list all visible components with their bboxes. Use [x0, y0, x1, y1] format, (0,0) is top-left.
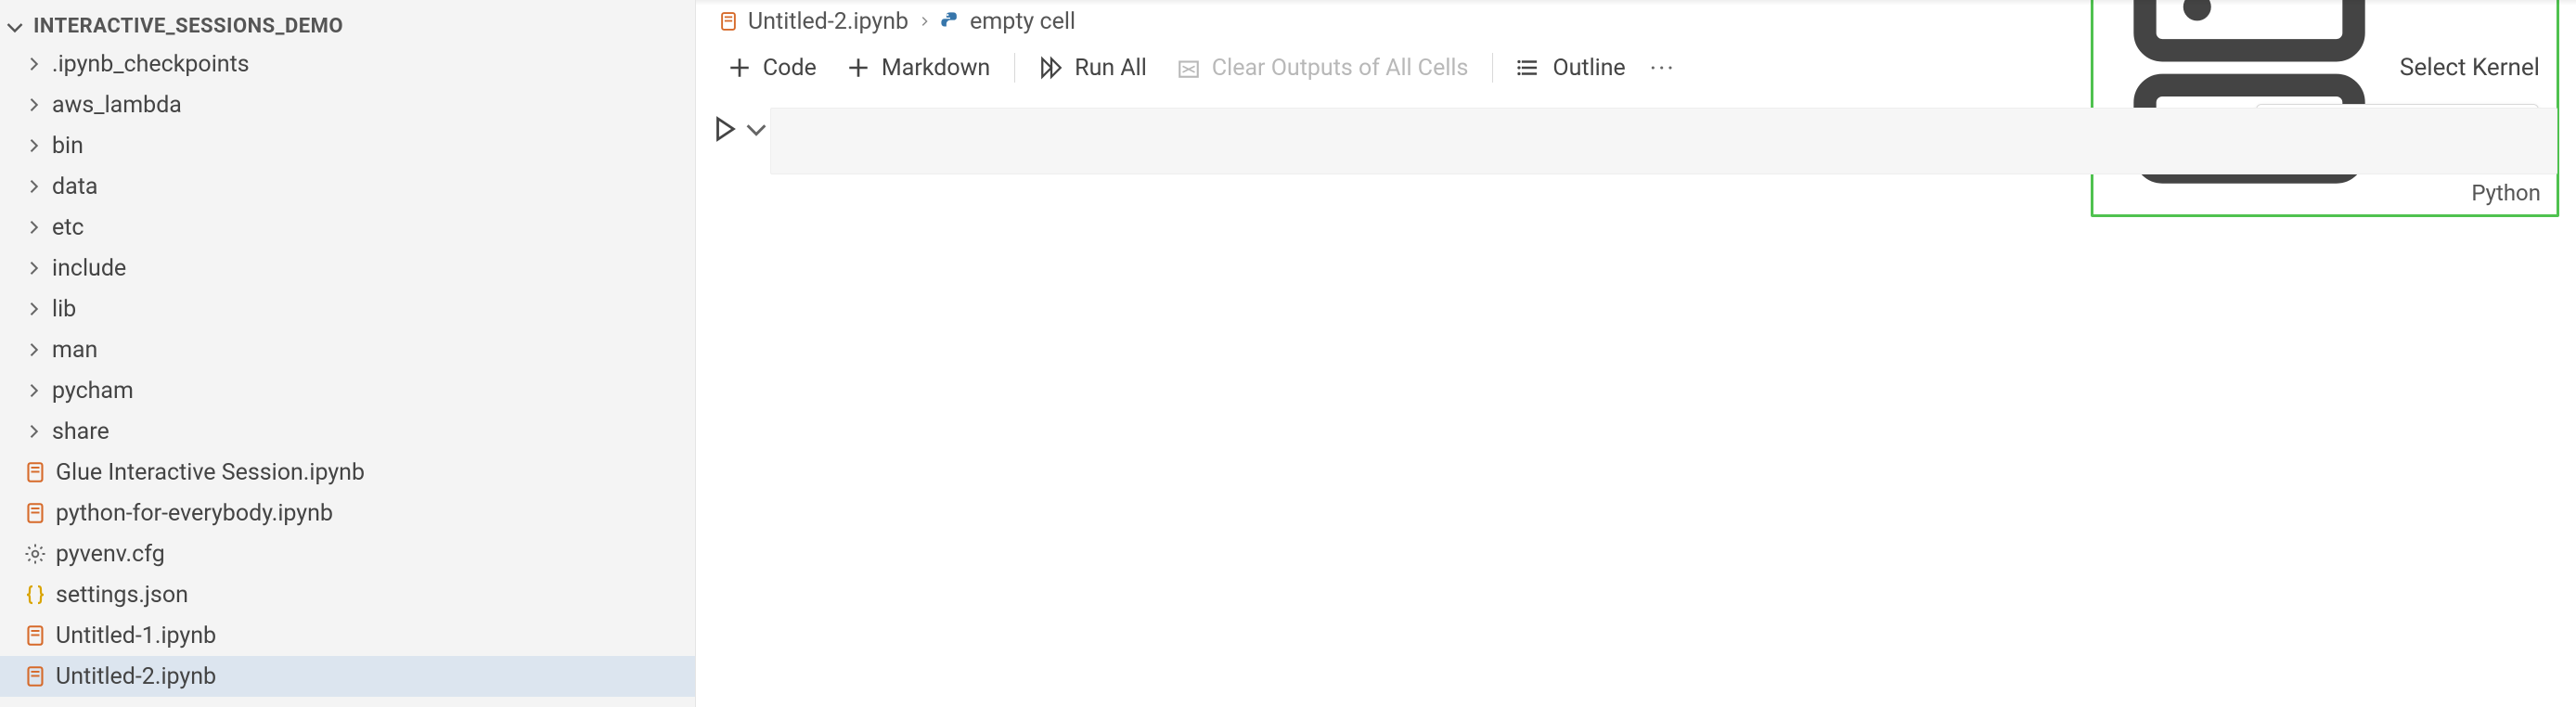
folder-item[interactable]: .ipynb_checkpoints	[0, 44, 695, 84]
clear-icon	[1177, 56, 1201, 80]
folder-label: aws_lambda	[52, 92, 182, 119]
cell-code-input[interactable]	[770, 108, 2557, 174]
select-kernel-label: Select Kernel	[2400, 54, 2540, 82]
file-label: Glue Interactive Session.ipynb	[56, 459, 365, 486]
folder-label: share	[52, 418, 109, 445]
file-label: Untitled-1.ipynb	[56, 623, 216, 649]
folder-item[interactable]: lib	[0, 289, 695, 329]
run-all-button[interactable]: Run All	[1024, 49, 1162, 87]
breadcrumb-file-label: Untitled-2.ipynb	[748, 8, 908, 35]
folder-item[interactable]: aws_lambda	[0, 84, 695, 125]
folder-item[interactable]: bin	[0, 125, 695, 166]
chevron-down-icon	[742, 115, 770, 143]
chevron-right-icon	[24, 177, 43, 196]
breadcrumb-file[interactable]: Untitled-2.ipynb	[718, 8, 908, 35]
notebook-editor: Untitled-2.ipynb empty cell Code Markdow…	[696, 0, 2576, 707]
play-icon	[711, 115, 739, 143]
divider	[1014, 53, 1015, 83]
file-label: settings.json	[56, 582, 188, 609]
run-all-icon	[1039, 56, 1063, 80]
folder-label: .ipynb_checkpoints	[52, 51, 250, 78]
file-label: python-for-everybody.ipynb	[56, 500, 333, 527]
notebook-icon	[24, 502, 46, 524]
folder-label: pycham	[52, 378, 134, 405]
chevron-right-icon	[24, 259, 43, 277]
folder-item[interactable]: pycham	[0, 370, 695, 411]
notebook-icon	[718, 11, 739, 32]
file-label: Untitled-2.ipynb	[56, 663, 216, 690]
outline-icon	[1517, 56, 1541, 80]
outline-button[interactable]: Outline	[1502, 49, 1640, 87]
chevron-right-icon	[24, 96, 43, 114]
folder-item[interactable]: man	[0, 329, 695, 370]
file-item[interactable]: python-for-everybody.ipynb	[0, 493, 695, 533]
python-icon	[940, 11, 960, 32]
file-item[interactable]: Untitled-2.ipynb	[0, 656, 695, 697]
add-code-button[interactable]: Code	[713, 49, 831, 87]
chevron-right-icon	[24, 381, 43, 400]
folder-label: bin	[52, 133, 84, 160]
plus-icon	[728, 56, 752, 80]
folder-label: man	[52, 337, 97, 364]
folder-label: data	[52, 174, 97, 200]
folder-item[interactable]: share	[0, 411, 695, 452]
breadcrumb-cell-label: empty cell	[970, 8, 1075, 35]
braces-icon	[24, 584, 46, 606]
file-item[interactable]: Glue Interactive Session.ipynb	[0, 452, 695, 493]
chevron-right-icon	[24, 136, 43, 155]
notebook-toolbar: Code Markdown Run All Clear Outputs of A…	[696, 43, 2576, 93]
explorer-root-label: INTERACTIVE_SESSIONS_DEMO	[33, 15, 343, 38]
chevron-right-icon	[918, 15, 931, 28]
more-actions-button[interactable]: ···	[1641, 53, 1685, 84]
cell-run-gutter[interactable]	[711, 108, 770, 143]
chevron-right-icon	[24, 422, 43, 441]
explorer-root[interactable]: INTERACTIVE_SESSIONS_DEMO	[0, 9, 695, 44]
file-item[interactable]: Untitled-1.ipynb	[0, 615, 695, 656]
chevron-down-icon	[4, 16, 26, 38]
folder-label: lib	[52, 296, 76, 323]
clear-outputs-label: Clear Outputs of All Cells	[1212, 55, 1469, 82]
cell-language-label[interactable]: Python	[770, 174, 2557, 206]
chevron-right-icon	[24, 218, 43, 237]
folder-item[interactable]: etc	[0, 207, 695, 248]
gear-icon	[24, 543, 46, 565]
file-label: pyvenv.cfg	[56, 541, 165, 568]
file-item[interactable]: pyvenv.cfg	[0, 533, 695, 574]
folder-label: include	[52, 255, 126, 282]
divider	[1492, 53, 1493, 83]
notebook-icon	[24, 624, 46, 647]
add-markdown-button[interactable]: Markdown	[831, 49, 1005, 87]
folder-item[interactable]: include	[0, 248, 695, 289]
folder-item[interactable]: data	[0, 166, 695, 207]
notebook-icon	[24, 665, 46, 688]
file-explorer: INTERACTIVE_SESSIONS_DEMO .ipynb_checkpo…	[0, 0, 696, 707]
add-code-label: Code	[763, 55, 817, 82]
clear-outputs-button[interactable]: Clear Outputs of All Cells	[1162, 49, 1484, 87]
plus-icon	[846, 56, 870, 80]
add-markdown-label: Markdown	[882, 55, 990, 82]
file-item[interactable]: settings.json	[0, 574, 695, 615]
notebook-cell: Python	[696, 93, 2576, 206]
chevron-right-icon	[24, 55, 43, 73]
folder-label: etc	[52, 214, 84, 241]
chevron-right-icon	[24, 300, 43, 318]
notebook-icon	[24, 461, 46, 483]
outline-label: Outline	[1552, 55, 1625, 82]
chevron-right-icon	[24, 341, 43, 359]
breadcrumb-cell[interactable]: empty cell	[940, 8, 1075, 35]
run-all-label: Run All	[1075, 55, 1147, 82]
